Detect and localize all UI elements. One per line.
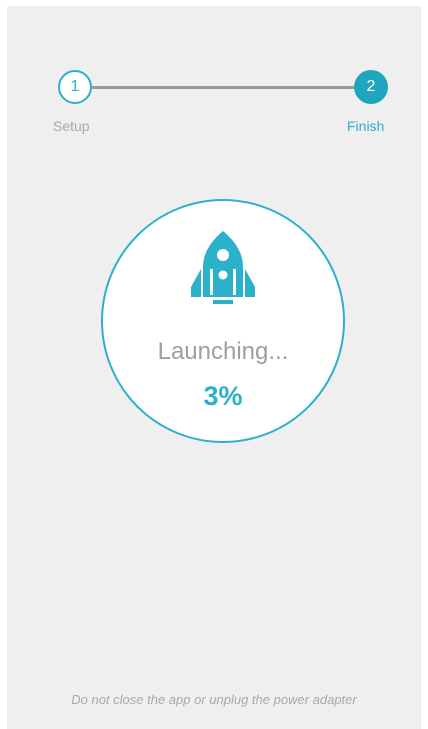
- app-screen: 1 2 Setup Finish Launching... 3% Do not: [7, 6, 421, 729]
- stepper-track: [92, 86, 354, 89]
- progress-percent: 3%: [203, 381, 243, 411]
- step-2-number: 2: [366, 78, 376, 95]
- step-1-indicator: 1: [58, 70, 92, 104]
- progress-stepper: 1 2 Setup Finish: [7, 6, 421, 146]
- step-2-indicator: 2: [354, 70, 388, 104]
- status-text: Launching...: [157, 338, 289, 365]
- footer-warning: Do not close the app or unplug the power…: [71, 692, 357, 707]
- step-1-label: Setup: [53, 118, 90, 134]
- rocket-icon: [191, 231, 255, 304]
- step-2-label: Finish: [347, 118, 385, 134]
- step-1-number: 1: [70, 78, 80, 95]
- progress-ring: Launching... 3%: [101, 199, 345, 443]
